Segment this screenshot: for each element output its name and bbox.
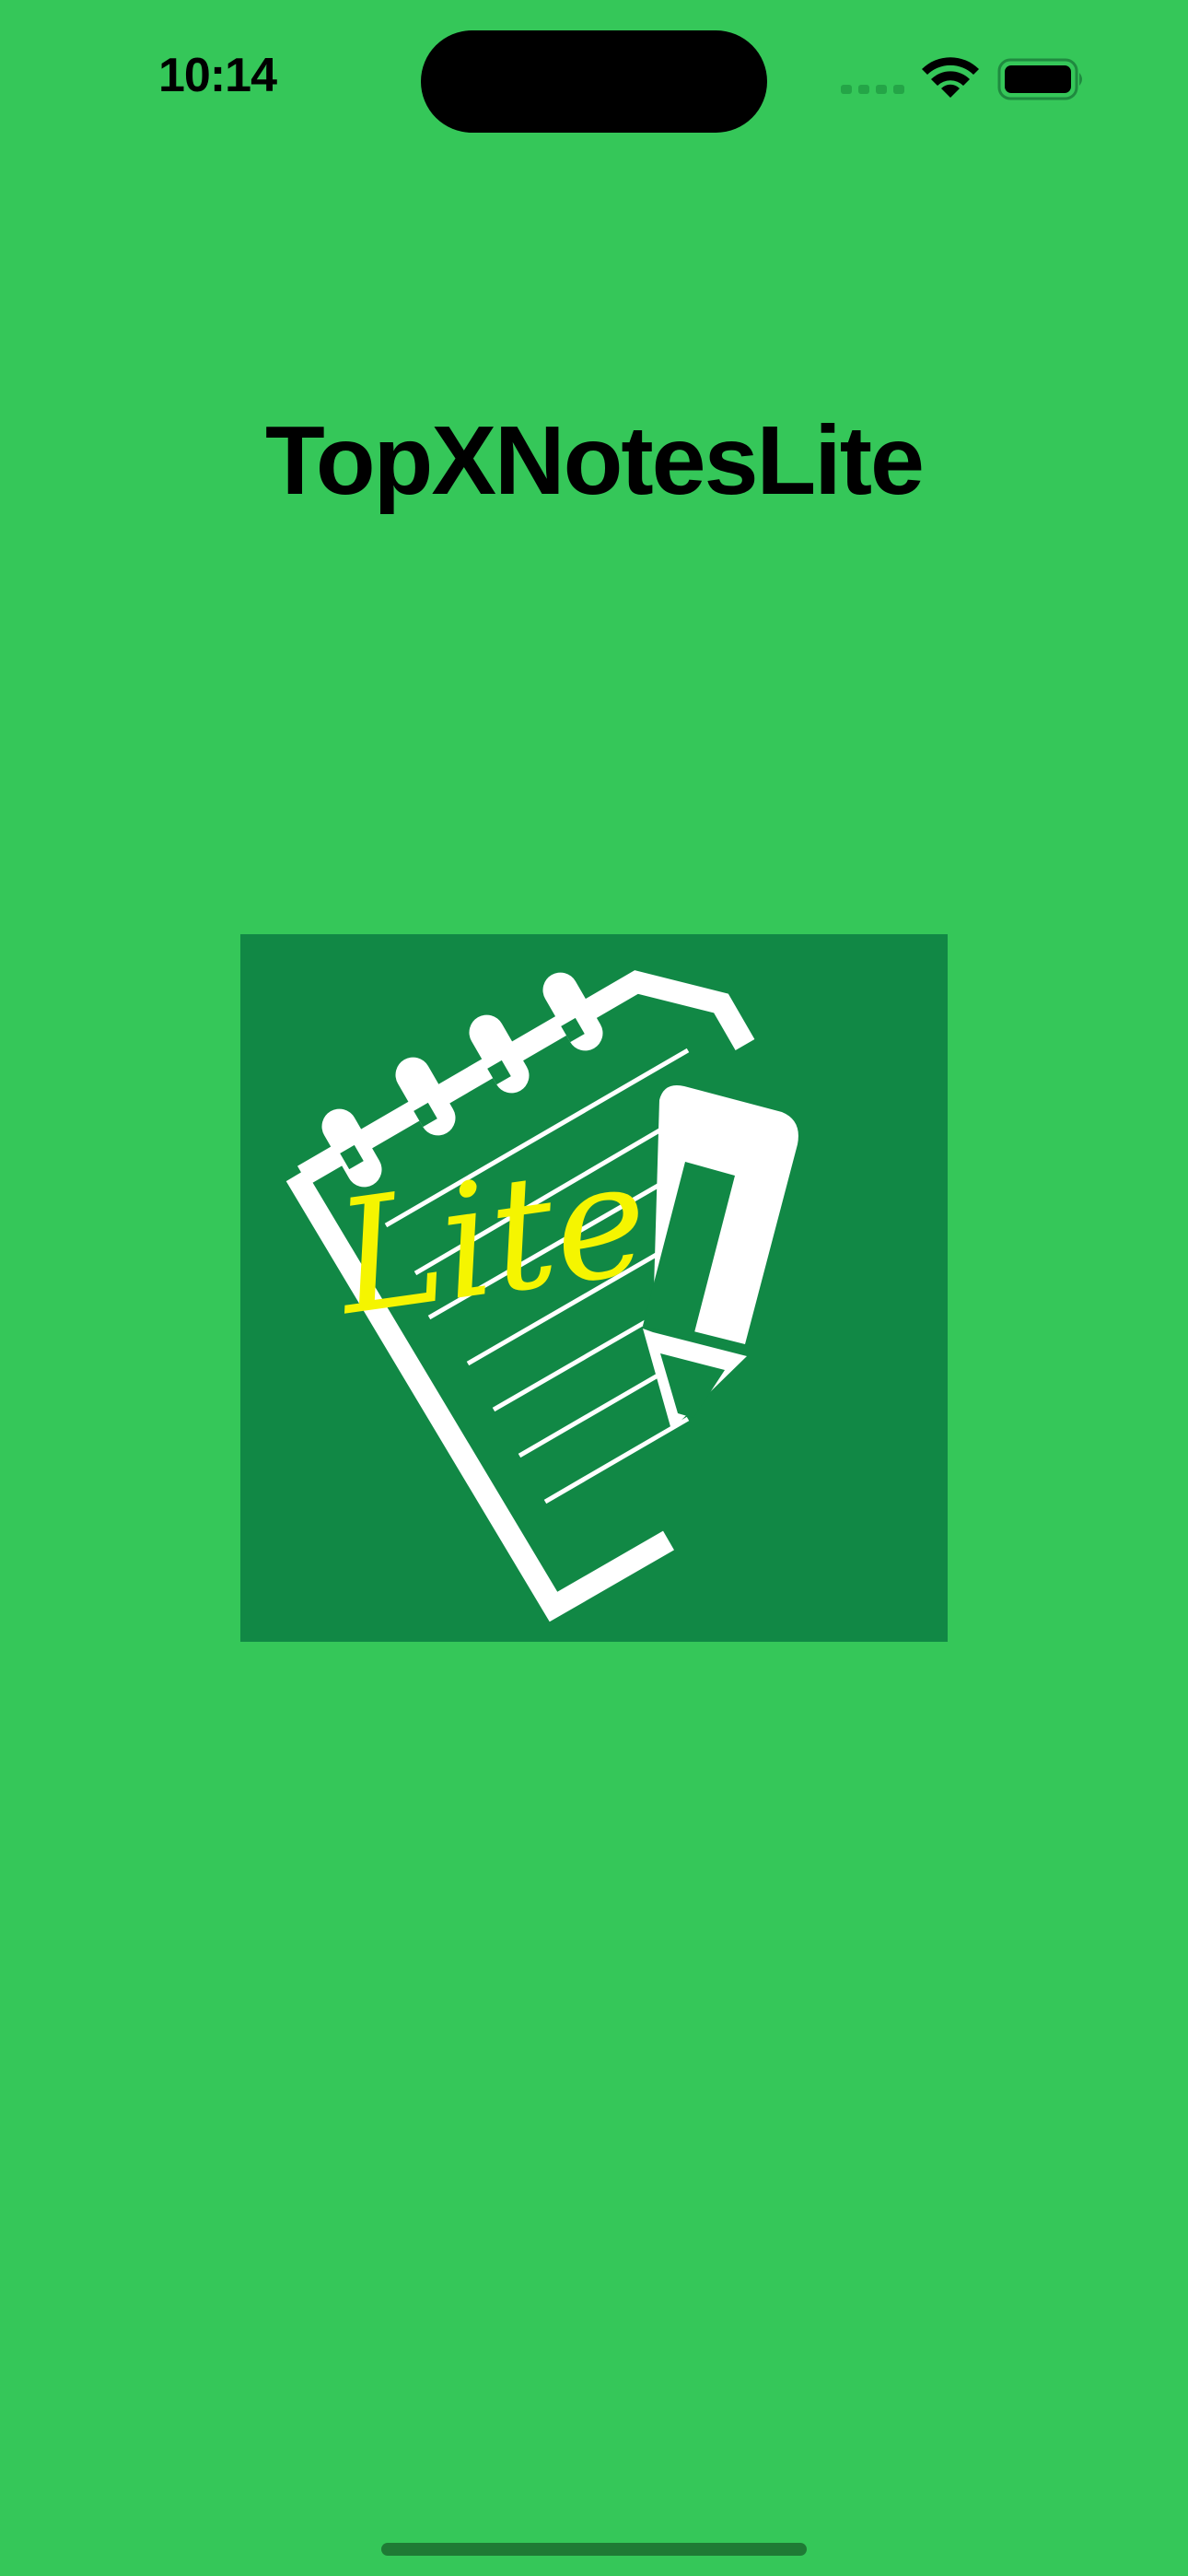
home-indicator[interactable] bbox=[381, 2543, 807, 2556]
wifi-icon bbox=[922, 57, 979, 98]
notepad-pencil-logo: Lite bbox=[240, 934, 948, 1642]
cellular-signal-icon bbox=[841, 85, 904, 94]
battery-icon bbox=[997, 58, 1082, 100]
status-bar: 10:14 bbox=[0, 0, 1188, 157]
status-time: 10:14 bbox=[158, 49, 277, 102]
splash-screen: 10:14 TopXNotesLite Lite bbox=[0, 0, 1188, 2576]
app-title: TopXNotesLite bbox=[264, 406, 925, 515]
dynamic-island bbox=[421, 30, 767, 133]
